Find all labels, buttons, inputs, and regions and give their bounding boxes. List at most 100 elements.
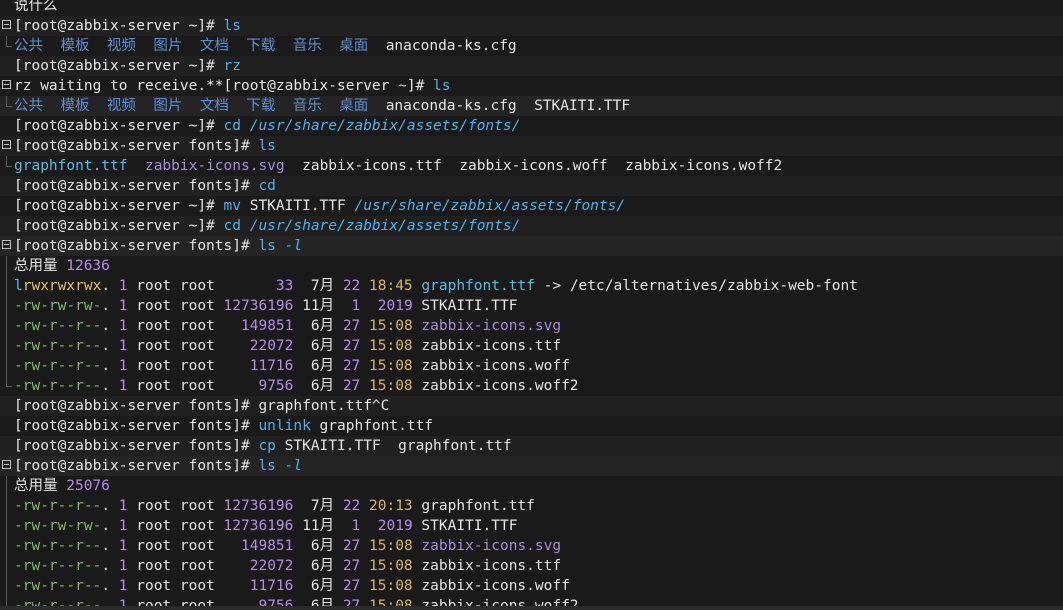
line-segment: 6月 <box>293 538 343 554</box>
terminal-line: -rw-r--r--. 1 root root 11716 6月 27 15:0… <box>0 356 1063 376</box>
line-segment: -l <box>284 458 303 474</box>
line-segment: -rw-r--r-- <box>14 358 102 374</box>
terminal-line: -rw-r--r--. 1 root root 11716 6月 27 15:0… <box>0 576 1063 596</box>
line-segment: 27 <box>342 578 361 594</box>
line-segment: 1 <box>118 278 128 294</box>
line-segment: 12736196 <box>223 298 294 314</box>
line-segment: . <box>101 278 119 294</box>
line-segment: -rw-r--r-- <box>14 578 102 594</box>
line-segment: 12636 <box>66 258 110 274</box>
line-segment: anaconda-ks.cfg <box>385 38 517 54</box>
fold-guide-end <box>6 596 12 607</box>
line-segment: 1 <box>118 558 128 574</box>
line-segment: /usr/share/zabbix/assets/fonts/ <box>249 218 521 234</box>
terminal-line: [root@zabbix-server ~]# ls <box>0 16 1063 36</box>
line-segment: zabbix-icons.woff <box>412 358 570 374</box>
line-segment: . <box>101 538 119 554</box>
line-segment: 15:08 <box>369 318 413 334</box>
line-segment: 12736196 <box>223 498 294 514</box>
line-segment: root root <box>127 538 242 554</box>
line-segment: -> /etc/alternatives/zabbix-web-font <box>534 278 858 294</box>
fold-collapse-icon[interactable] <box>2 240 11 249</box>
line-segment: graphfont.ttf <box>421 278 535 294</box>
line-segment: 22072 <box>249 338 294 354</box>
line-segment: 149851 <box>241 538 294 554</box>
line-segment: -rw-rw-rw- <box>14 518 102 534</box>
terminal-line: -rw-r--r--. 1 root root 149851 6月 27 15:… <box>0 536 1063 556</box>
fold-guide-end <box>6 36 12 47</box>
fold-collapse-icon[interactable] <box>2 140 11 149</box>
line-segment: [root@zabbix-server fonts]# <box>14 398 259 414</box>
line-segment: 1 <box>118 338 128 354</box>
line-segment <box>360 578 369 594</box>
line-segment: 1 <box>118 298 128 314</box>
line-segment: 6月 <box>293 358 343 374</box>
terminal-line: [root@zabbix-server fonts]# unlink graph… <box>0 416 1063 436</box>
line-segment: 6月 <box>293 378 343 394</box>
line-segment: . <box>101 338 119 354</box>
line-segment: 20:13 <box>369 498 413 514</box>
line-segment: graphfont.ttf <box>319 418 434 434</box>
line-segment: 1 <box>118 518 128 534</box>
line-segment: 11716 <box>249 578 294 594</box>
line-segment: 11月 <box>293 298 352 314</box>
fold-guide-end <box>6 156 12 167</box>
line-segment: STKAITI.TTF graphfont.ttf <box>284 438 512 454</box>
line-segment: 1 <box>118 358 128 374</box>
fold-guide <box>6 496 7 516</box>
line-segment: root root <box>127 578 250 594</box>
line-segment: 27 <box>342 358 361 374</box>
line-segment: ls <box>258 458 285 474</box>
line-segment: STKAITI.TTF <box>249 198 355 214</box>
terminal-line: 公共 模板 视频 图片 文档 下载 音乐 桌面 anaconda-ks.cfg … <box>0 96 1063 116</box>
fold-collapse-icon[interactable] <box>2 460 11 469</box>
line-segment: 1 <box>351 518 361 534</box>
fold-guide <box>6 316 7 336</box>
fold-guide-end <box>6 96 12 107</box>
line-segment: -rw-r--r-- <box>14 318 102 334</box>
line-segment: 15:08 <box>369 378 413 394</box>
terminal-line: -rw-rw-rw-. 1 root root 12736196 11月 1 2… <box>0 296 1063 316</box>
line-segment: 2019 <box>377 518 413 534</box>
line-segment: /usr/share/zabbix/assets/fonts/ <box>249 118 521 134</box>
terminal-window[interactable]: 说什么 [root@zabbix-server ~]# ls 公共 模板 视频 图片… <box>0 0 1063 610</box>
line-segment: cp <box>258 438 285 454</box>
line-segment: -rw-r--r-- <box>14 498 102 514</box>
line-segment: rz <box>223 58 241 74</box>
terminal-line: -rw-r--r--. 1 root root 12736196 7月 22 2… <box>0 496 1063 516</box>
line-segment: root root <box>127 338 250 354</box>
line-segment: zabbix-icons.svg <box>144 158 285 174</box>
fold-collapse-icon[interactable] <box>2 20 11 29</box>
terminal-output[interactable]: 说什么 [root@zabbix-server ~]# ls 公共 模板 视频 图片… <box>0 0 1063 610</box>
line-segment: STKAITI.TTF <box>412 518 518 534</box>
line-segment: [root@zabbix-server fonts]# <box>14 138 259 154</box>
line-segment: 15:08 <box>369 578 413 594</box>
line-segment: 1 <box>118 378 128 394</box>
terminal-line: [root@zabbix-server fonts]# cp STKAITI.T… <box>0 436 1063 456</box>
line-segment: 1 <box>118 538 128 554</box>
terminal-line: 总用量 12636 <box>0 256 1063 276</box>
terminal-line: 公共 模板 视频 图片 文档 下载 音乐 桌面 anaconda-ks.cfg <box>0 36 1063 56</box>
line-segment: graphfont.ttf <box>14 158 128 174</box>
fold-guide <box>6 336 7 356</box>
terminal-line: -rw-r--r--. 1 root root 149851 6月 27 15:… <box>0 316 1063 336</box>
fold-collapse-icon[interactable] <box>2 80 11 89</box>
line-segment <box>360 358 369 374</box>
terminal-line: [root@zabbix-server fonts]# ls -l <box>0 456 1063 476</box>
line-segment: 2019 <box>377 298 413 314</box>
line-segment: 总用量 <box>14 258 67 274</box>
line-segment: ls <box>258 138 276 154</box>
horizontal-scrollbar[interactable] <box>0 606 1063 610</box>
line-segment: zabbix-icons.ttf <box>412 338 562 354</box>
line-segment <box>360 278 369 294</box>
line-segment: 公共 模板 视频 图片 文档 下载 音乐 桌面 <box>14 98 386 114</box>
line-segment: 22 <box>342 278 361 294</box>
terminal-line: [root@zabbix-server ~]# mv STKAITI.TTF /… <box>0 196 1063 216</box>
terminal-line: [root@zabbix-server ~]# cd /usr/share/za… <box>0 116 1063 136</box>
fold-guide <box>6 256 7 276</box>
line-segment: 6月 <box>293 338 343 354</box>
terminal-line: [root@zabbix-server fonts]# cd <box>0 176 1063 196</box>
line-segment: 15:08 <box>369 338 413 354</box>
line-segment: zabbix-icons.ttf <box>412 558 562 574</box>
line-segment: 27 <box>342 318 361 334</box>
